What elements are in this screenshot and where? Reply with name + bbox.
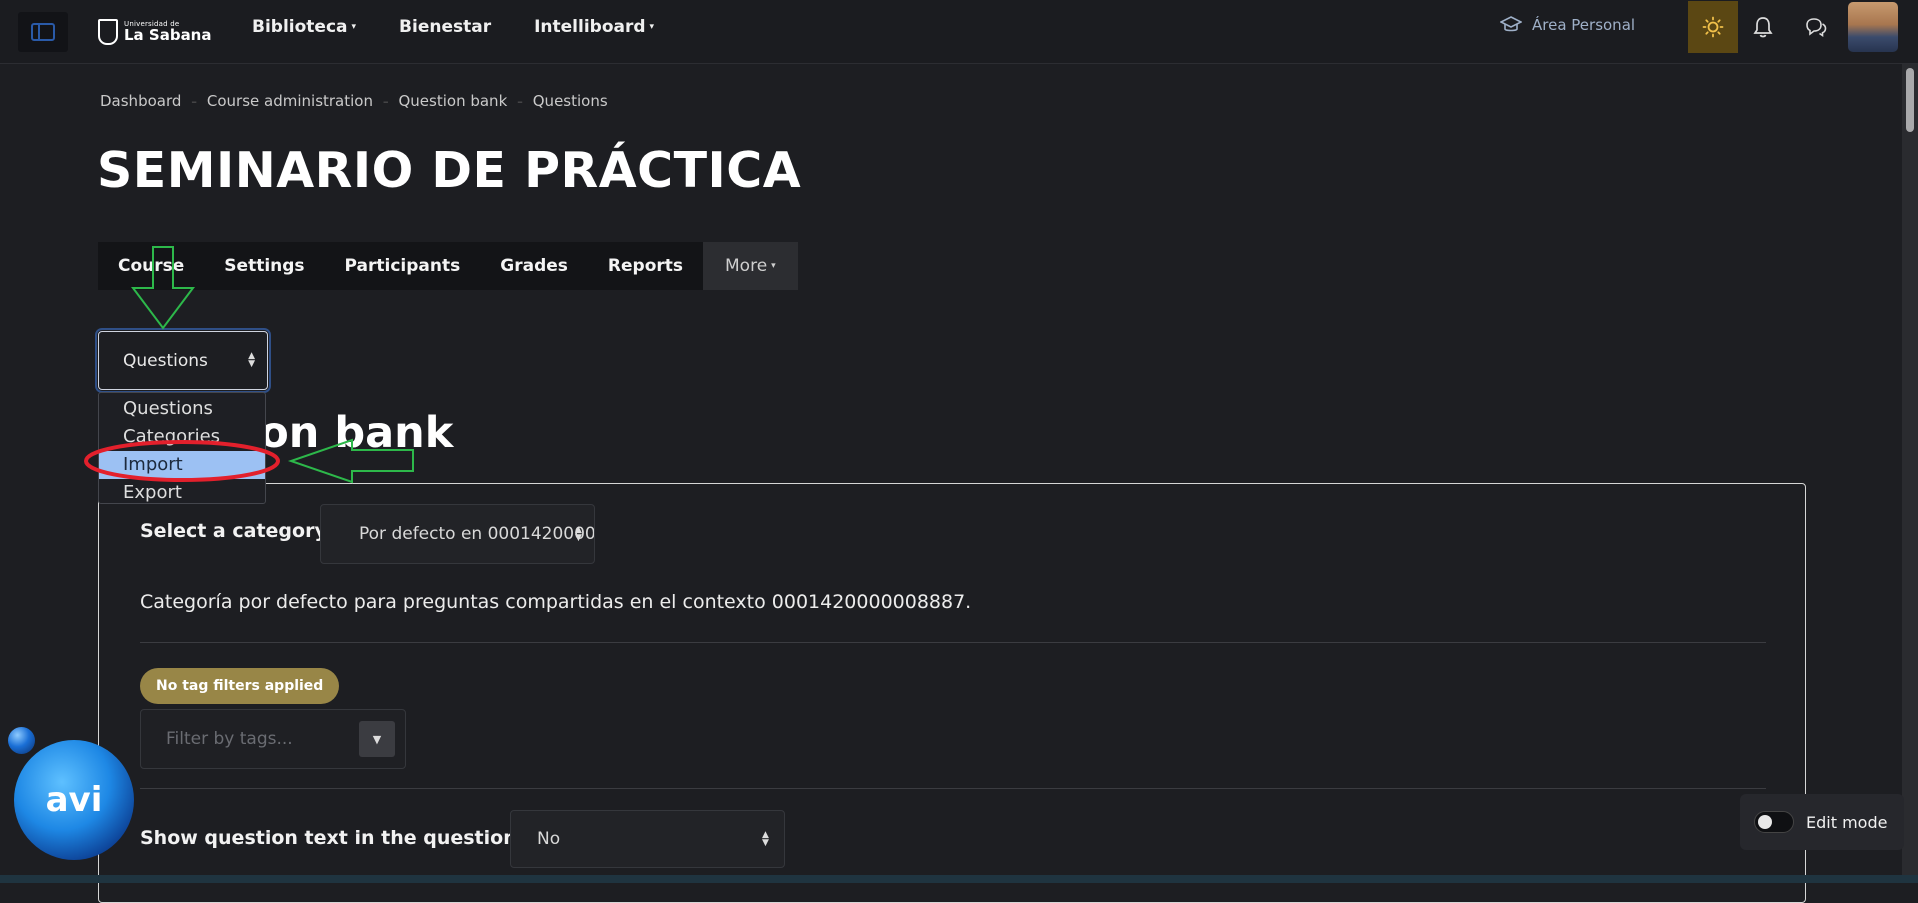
option-categories[interactable]: Categories xyxy=(99,423,265,451)
caret-down-icon: ▼ xyxy=(372,732,382,746)
select-value: Questions xyxy=(123,350,208,371)
brand-name: La Sabana xyxy=(124,26,212,44)
option-questions[interactable]: Questions xyxy=(99,395,265,423)
breadcrumb-separator: – xyxy=(517,94,523,108)
chat-bubbles-icon xyxy=(1806,18,1827,37)
edit-mode-label: Edit mode xyxy=(1806,812,1888,832)
breadcrumb-questions[interactable]: Questions xyxy=(533,92,608,110)
personal-area-link[interactable]: Área Personal xyxy=(1500,15,1635,35)
category-label: Select a category: xyxy=(140,520,335,542)
top-navbar: Universidad de La Sabana Biblioteca ▾ Bie… xyxy=(0,0,1918,64)
breadcrumb-separator: – xyxy=(191,94,197,108)
drawer-toggle-button[interactable] xyxy=(18,12,68,52)
tag-filter-input[interactable] xyxy=(142,711,342,767)
user-avatar[interactable] xyxy=(1848,2,1898,52)
crest-icon xyxy=(98,19,118,45)
university-logo[interactable]: Universidad de La Sabana xyxy=(98,13,212,51)
nav-biblioteca[interactable]: Biblioteca ▾ xyxy=(252,17,356,37)
tag-filter: ▼ xyxy=(140,709,406,769)
page-scrollbar[interactable] xyxy=(1902,64,1918,883)
page-title: SEMINARIO DE PRÁCTICA xyxy=(97,142,802,199)
select-arrows-icon: ▲ ▼ xyxy=(575,525,582,543)
select-arrows-icon: ▲ ▼ xyxy=(762,830,769,848)
personal-area-label: Área Personal xyxy=(1532,16,1636,34)
tab-settings[interactable]: Settings xyxy=(204,242,324,290)
caret-down-icon: ▾ xyxy=(649,22,655,32)
tab-participants[interactable]: Participants xyxy=(325,242,481,290)
taskbar-strip xyxy=(0,875,1918,883)
category-description: Categoría por defecto para preguntas com… xyxy=(140,591,972,613)
edit-mode-toggle[interactable]: Edit mode xyxy=(1740,794,1904,850)
question-bank-nav-select[interactable]: Questions ▲ ▼ xyxy=(95,328,271,393)
tab-course[interactable]: Course xyxy=(98,242,204,290)
sun-icon xyxy=(1702,16,1724,38)
avi-assistant-button[interactable]: avi xyxy=(14,740,134,860)
assistant-status-dot xyxy=(8,727,35,754)
show-question-text-select[interactable]: No xyxy=(510,810,785,868)
tag-filter-badge: No tag filters applied xyxy=(140,668,340,704)
category-select-value: Por defecto en 0001420000008887 xyxy=(359,524,595,544)
breadcrumb: Dashboard – Course administration – Ques… xyxy=(100,92,608,110)
course-secondary-nav: Course Settings Participants Grades Repo… xyxy=(98,242,798,290)
question-bank-nav-options: Questions Categories Import Export xyxy=(98,392,266,504)
category-select[interactable]: Por defecto en 0001420000008887 xyxy=(320,504,595,564)
nav-intelliboard[interactable]: Intelliboard ▾ xyxy=(534,17,654,37)
breadcrumb-question-bank[interactable]: Question bank xyxy=(398,92,507,110)
primary-nav: Biblioteca ▾ Bienestar Intelliboard ▾ xyxy=(252,0,697,54)
scrollbar-thumb[interactable] xyxy=(1906,68,1914,132)
bell-icon xyxy=(1753,17,1773,38)
breadcrumb-course-administration[interactable]: Course administration xyxy=(207,92,373,110)
show-question-text-value: No xyxy=(537,829,561,849)
breadcrumb-dashboard[interactable]: Dashboard xyxy=(100,92,181,110)
select-arrows-icon: ▲ ▼ xyxy=(248,351,255,369)
caret-down-icon: ▾ xyxy=(351,22,357,32)
edit-mode-switch[interactable] xyxy=(1754,811,1794,833)
tab-grades[interactable]: Grades xyxy=(480,242,588,290)
tab-more[interactable]: More ▾ xyxy=(703,242,798,290)
messages-button[interactable] xyxy=(1804,15,1828,43)
divider xyxy=(140,642,1766,643)
theme-toggle-button[interactable] xyxy=(1688,1,1738,53)
breadcrumb-separator: – xyxy=(382,94,389,108)
notifications-button[interactable] xyxy=(1752,15,1774,43)
option-export[interactable]: Export xyxy=(99,479,265,507)
show-question-text-label: Show question text in the question list? xyxy=(140,827,568,849)
graduation-cap-icon xyxy=(1500,16,1522,32)
sidebar-toggle-icon xyxy=(31,23,55,41)
tag-filter-dropdown-button[interactable]: ▼ xyxy=(359,721,395,757)
nav-bienestar[interactable]: Bienestar xyxy=(399,17,491,37)
caret-down-icon: ▾ xyxy=(771,261,776,271)
option-import[interactable]: Import xyxy=(99,451,265,479)
avi-label: avi xyxy=(45,780,103,820)
divider xyxy=(140,788,1766,789)
tab-reports[interactable]: Reports xyxy=(588,242,703,290)
